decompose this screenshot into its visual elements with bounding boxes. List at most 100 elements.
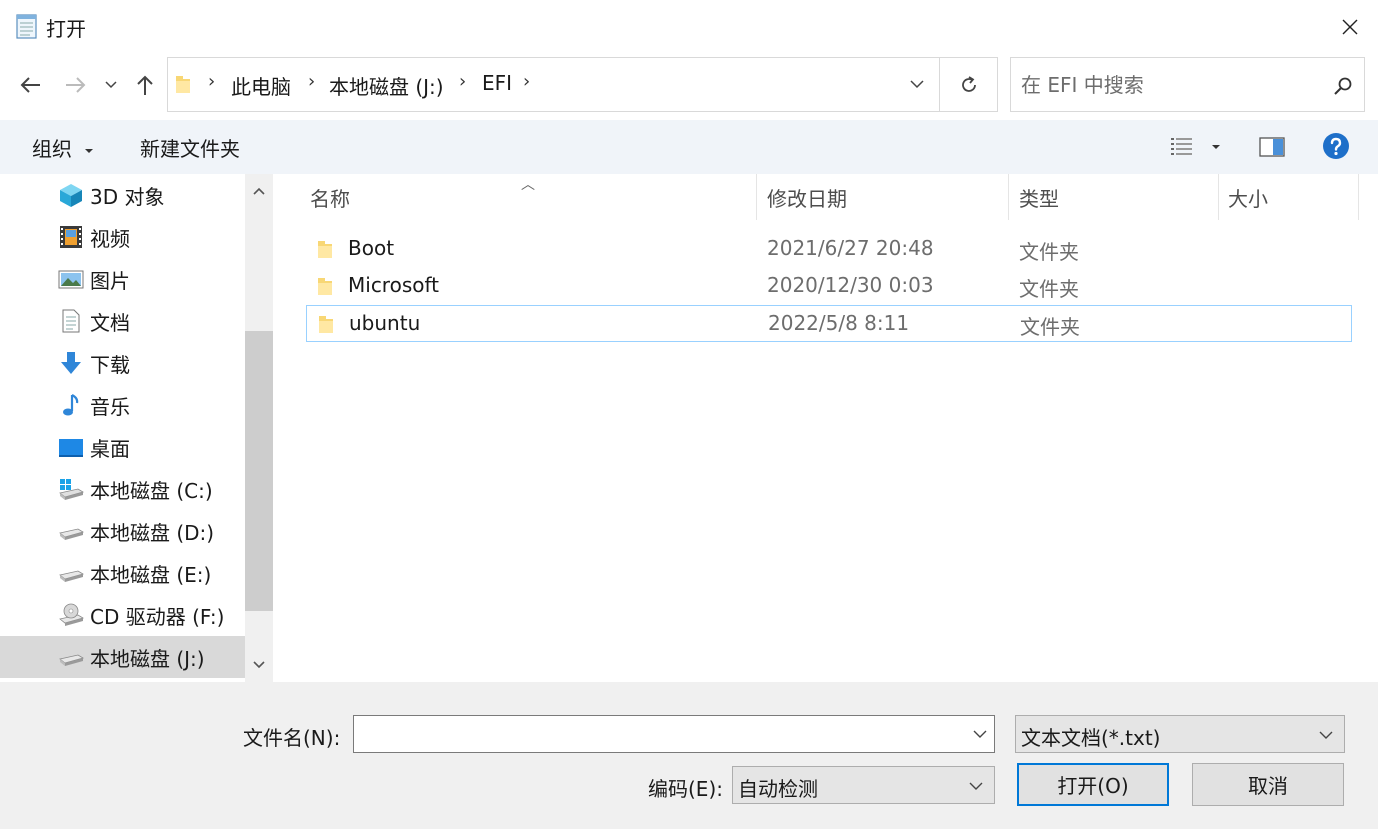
drive-icon bbox=[59, 654, 84, 666]
scroll-down-button[interactable] bbox=[245, 648, 273, 682]
file-list: ︿ 名称 修改日期 类型 大小 Boot 2021/6/27 20:48 文件夹… bbox=[273, 174, 1378, 682]
close-icon bbox=[1342, 19, 1358, 35]
sidebar-item-pictures[interactable]: 图片 bbox=[0, 258, 245, 300]
breadcrumb-efi[interactable]: EFI bbox=[482, 71, 512, 95]
breadcrumb-drive-j[interactable]: 本地磁盘 (J:) bbox=[329, 71, 444, 100]
details-view-icon bbox=[1171, 138, 1220, 155]
sidebar-item-drive-j[interactable]: 本地磁盘 (J:) bbox=[0, 636, 245, 678]
organize-button[interactable]: 组织 bbox=[32, 133, 94, 162]
sidebar-item-3d-objects[interactable]: 3D 对象 bbox=[0, 174, 245, 216]
new-folder-button[interactable]: 新建文件夹 bbox=[140, 133, 240, 162]
refresh-icon bbox=[962, 75, 976, 92]
file-row[interactable]: Boot 2021/6/27 20:48 文件夹 bbox=[306, 231, 1352, 268]
breadcrumb-separator[interactable]: › bbox=[523, 71, 530, 92]
sidebar-item-label: 3D 对象 bbox=[90, 184, 165, 209]
column-header-modified[interactable]: 修改日期 bbox=[767, 174, 1007, 220]
column-header-size[interactable]: 大小 bbox=[1228, 174, 1358, 220]
chevron-down-icon bbox=[253, 661, 265, 669]
preview-pane-button[interactable] bbox=[1256, 132, 1288, 162]
sidebar-item-label: 音乐 bbox=[90, 394, 130, 419]
file-name: ubuntu bbox=[349, 311, 421, 335]
close-button[interactable] bbox=[1322, 0, 1378, 54]
chevron-up-icon bbox=[253, 187, 265, 195]
sidebar-item-videos[interactable]: 视频 bbox=[0, 216, 245, 258]
help-icon bbox=[1323, 133, 1349, 159]
sidebar-item-label: 本地磁盘 (D:) bbox=[90, 520, 215, 545]
sidebar-item-music[interactable]: 音乐 bbox=[0, 384, 245, 426]
command-bar: 组织 新建文件夹 bbox=[0, 120, 1378, 174]
sidebar-item-drive-d[interactable]: 本地磁盘 (D:) bbox=[0, 510, 245, 552]
scrollbar-thumb[interactable] bbox=[245, 331, 273, 611]
column-divider[interactable] bbox=[1218, 174, 1219, 220]
folder-icon bbox=[176, 76, 190, 93]
help-button[interactable] bbox=[1322, 132, 1350, 165]
sidebar-item-label: 视频 bbox=[90, 226, 130, 251]
title-bar: 打开 bbox=[0, 0, 1378, 54]
breadcrumb-separator[interactable]: › bbox=[208, 71, 215, 92]
sidebar-item-cd-drive-f[interactable]: CD 驱动器 (F:) bbox=[0, 594, 245, 636]
up-button[interactable] bbox=[128, 66, 162, 104]
sidebar-scrollbar[interactable] bbox=[245, 174, 273, 682]
address-bar[interactable]: › 此电脑 › 本地磁盘 (J:) › EFI › bbox=[167, 57, 998, 112]
sidebar-item-label: CD 驱动器 (F:) bbox=[90, 604, 225, 629]
search-box[interactable] bbox=[1010, 57, 1365, 112]
encoding-label: 编码(E): bbox=[648, 777, 723, 801]
arrow-right-icon bbox=[66, 77, 86, 93]
recent-locations-button[interactable] bbox=[100, 66, 122, 104]
window-title: 打开 bbox=[46, 17, 86, 41]
encoding-select[interactable]: 自动检测 bbox=[732, 766, 995, 804]
file-name: Boot bbox=[348, 236, 395, 260]
filetype-select[interactable]: 文本文档(*.txt) bbox=[1015, 715, 1345, 753]
download-icon bbox=[61, 352, 81, 374]
file-row[interactable]: ubuntu 2022/5/8 8:11 文件夹 bbox=[306, 305, 1352, 342]
column-divider[interactable] bbox=[1008, 174, 1009, 220]
breadcrumb-separator[interactable]: › bbox=[459, 71, 466, 92]
pictures-icon bbox=[58, 270, 84, 289]
folder-icon bbox=[318, 278, 332, 295]
column-header-type[interactable]: 类型 bbox=[1019, 174, 1217, 220]
column-header-name[interactable]: 名称 bbox=[310, 174, 756, 220]
file-name: Microsoft bbox=[348, 273, 440, 297]
filename-combobox[interactable] bbox=[353, 715, 995, 753]
search-icon bbox=[1334, 77, 1352, 95]
breadcrumb-this-pc[interactable]: 此电脑 bbox=[231, 71, 291, 100]
file-row[interactable]: Microsoft 2020/12/30 0:03 文件夹 bbox=[306, 268, 1352, 305]
sidebar-item-label: 文档 bbox=[90, 310, 130, 335]
music-icon bbox=[63, 394, 79, 416]
caret-down-icon bbox=[85, 148, 94, 153]
sidebar-item-downloads[interactable]: 下载 bbox=[0, 342, 245, 384]
encoding-value: 自动检测 bbox=[738, 777, 818, 801]
filename-label: 文件名(N): bbox=[243, 726, 341, 750]
scroll-up-button[interactable] bbox=[245, 174, 273, 208]
drive-icon bbox=[59, 570, 84, 582]
chevron-down-icon bbox=[969, 782, 983, 790]
breadcrumb-separator[interactable]: › bbox=[308, 71, 315, 92]
column-divider[interactable] bbox=[756, 174, 757, 220]
sidebar-item-drive-e[interactable]: 本地磁盘 (E:) bbox=[0, 552, 245, 594]
refresh-button[interactable] bbox=[940, 58, 998, 111]
column-divider[interactable] bbox=[1358, 174, 1359, 220]
file-modified: 2021/6/27 20:48 bbox=[767, 236, 934, 260]
sidebar-item-label: 本地磁盘 (E:) bbox=[90, 562, 212, 587]
chevron-down-icon[interactable] bbox=[972, 726, 988, 742]
arrow-left-icon bbox=[20, 77, 40, 93]
video-icon bbox=[60, 226, 82, 248]
search-input[interactable] bbox=[1021, 70, 1311, 100]
change-view-button[interactable] bbox=[1168, 132, 1228, 162]
address-history-dropdown[interactable] bbox=[896, 58, 938, 111]
cancel-button[interactable]: 取消 bbox=[1192, 763, 1344, 806]
filename-input[interactable] bbox=[360, 720, 960, 748]
open-button[interactable]: 打开(O) bbox=[1017, 763, 1169, 806]
sidebar-item-documents[interactable]: 文档 bbox=[0, 300, 245, 342]
sidebar-item-label: 下载 bbox=[90, 352, 130, 377]
bottom-panel: 文件名(N): 文本文档(*.txt) 编码(E): 自动检测 打开(O) 取消 bbox=[0, 682, 1378, 829]
sidebar-item-drive-c[interactable]: 本地磁盘 (C:) bbox=[0, 468, 245, 510]
forward-button[interactable] bbox=[58, 66, 92, 104]
file-type: 文件夹 bbox=[1019, 240, 1079, 264]
back-button[interactable] bbox=[14, 66, 48, 104]
preview-pane-icon bbox=[1259, 137, 1285, 157]
documents-icon bbox=[62, 309, 80, 333]
filetype-value: 文本文档(*.txt) bbox=[1021, 726, 1161, 750]
chevron-down-icon bbox=[105, 81, 117, 89]
sidebar-item-desktop[interactable]: 桌面 bbox=[0, 426, 245, 468]
